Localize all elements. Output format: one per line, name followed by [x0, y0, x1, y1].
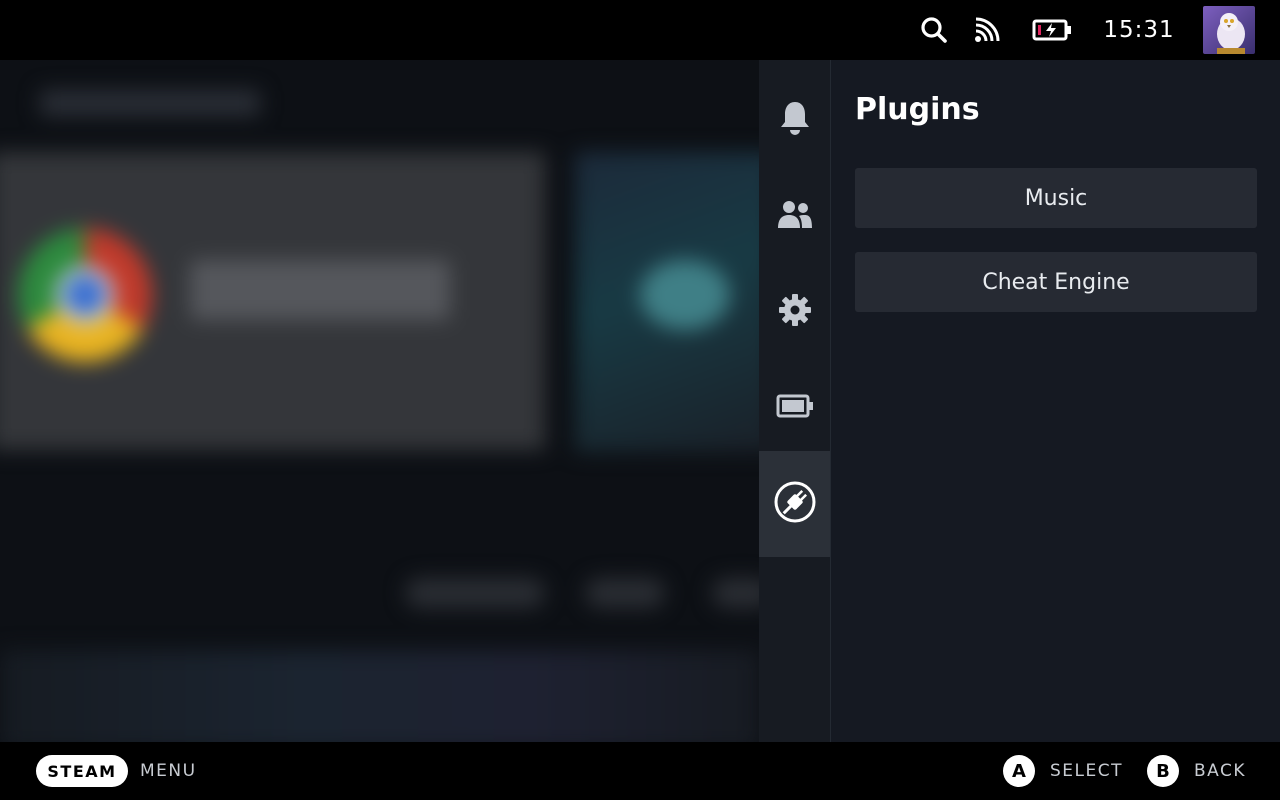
rail-item-performance[interactable]: [759, 360, 830, 456]
plugin-music-button[interactable]: Music: [855, 168, 1257, 228]
bell-icon: [778, 99, 812, 141]
battery-charging-icon[interactable]: [1028, 0, 1076, 60]
rail-item-plugins[interactable]: [759, 451, 830, 557]
panel-title: Plugins: [855, 92, 980, 127]
select-hint-label: SELECT: [1050, 761, 1123, 781]
quick-access-rail: [759, 60, 831, 742]
blurred-library-background: [0, 60, 760, 742]
clock: 15:31: [1103, 17, 1175, 43]
b-button-glyph[interactable]: B: [1147, 755, 1179, 787]
a-button-glyph[interactable]: A: [1003, 755, 1035, 787]
rail-item-settings[interactable]: [759, 264, 830, 360]
button-hint-bar: STEAM MENU A SELECT B BACK: [0, 742, 1280, 800]
rail-item-friends[interactable]: [759, 168, 830, 264]
plug-icon: [773, 480, 817, 528]
status-bar: 15:31: [0, 0, 1280, 60]
battery-icon: [776, 393, 814, 423]
cast-icon[interactable]: [968, 0, 1006, 60]
rail-item-notifications[interactable]: [759, 72, 830, 168]
plugins-panel: Plugins Music Cheat Engine: [831, 60, 1280, 742]
steam-button[interactable]: STEAM: [36, 755, 128, 787]
menu-hint-label: MENU: [140, 761, 197, 781]
steam-deck-screen: 15:31 Plugins Music Cheat Engine STEAM M…: [0, 0, 1280, 800]
plugin-cheat-engine-button[interactable]: Cheat Engine: [855, 252, 1257, 312]
gear-icon: [778, 293, 812, 331]
avatar[interactable]: [1203, 6, 1255, 54]
search-icon[interactable]: [914, 0, 954, 60]
friends-icon: [777, 198, 813, 234]
back-hint-label: BACK: [1194, 761, 1247, 781]
